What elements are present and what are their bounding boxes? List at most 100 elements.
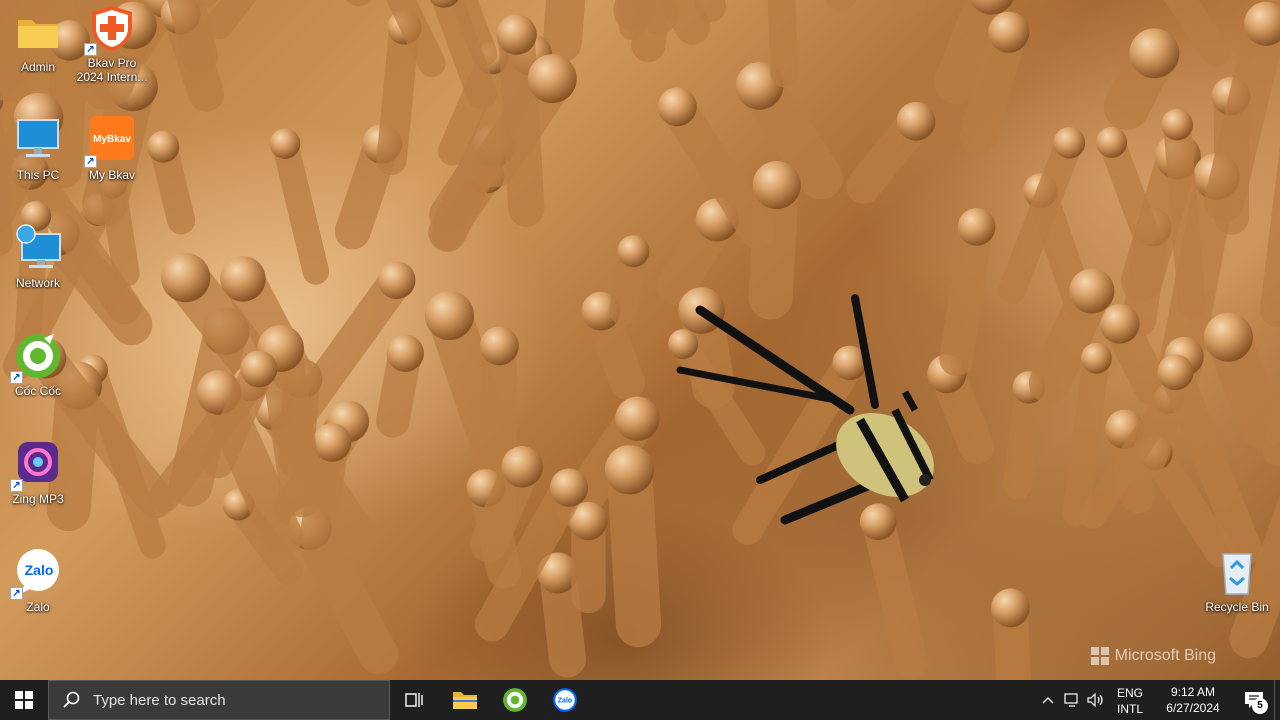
zalo-icon: Zalo [553,688,577,712]
desktop-icon-admin[interactable]: Admin [0,8,76,74]
zalo-taskbar-text: Zalo [558,698,573,705]
desktop-icon-coccoc[interactable]: ↗ Cốc Cốc [0,332,76,398]
tentacle-stem [542,0,586,63]
tentacle-stem [1062,344,1110,527]
tentacle-tip [896,101,936,141]
tentacle-tip [657,87,697,127]
microsoft-bing-watermark: Microsoft Bing [1090,647,1216,665]
task-view-icon [405,693,423,707]
desktop-icon-bkav-pro[interactable]: ↗ Bkav Pro 2024 Intern... [74,4,150,84]
tentacle-stem [1203,3,1280,223]
tentacle-tip [424,290,474,341]
this-pc-icon [14,116,62,164]
tentacle-tip [269,128,301,159]
bkav-pro-icon: ↗ [84,4,136,56]
clock-time: 9:12 AM [1170,685,1216,699]
zalo-icon-text: Zalo [25,562,54,578]
tentacle-tip [604,445,655,495]
taskbar-zalo[interactable]: Zalo [540,680,590,720]
zalo-icon: Zalo ↗ [10,548,62,600]
shortcut-arrow-icon: ↗ [10,371,23,384]
tentacle-tip [957,208,996,246]
search-icon [63,691,80,708]
taskbar-file-explorer[interactable] [440,680,490,720]
bing-logo-icon [1090,647,1109,665]
desktop-icon-recycle-bin[interactable]: Recycle Bin [1199,548,1275,614]
tentacle-stem [767,0,799,88]
bing-watermark-text: Microsoft Bing [1114,647,1216,664]
tentacle-tip [479,326,519,366]
tentacle-tip [240,350,278,388]
show-desktop-button[interactable] [1274,680,1280,720]
desktop-icon-label: Recycle Bin [1205,600,1269,614]
my-bkav-icon: MyBkav ↗ [84,116,136,168]
desktop-icon-this-pc[interactable]: This PC [0,116,76,182]
start-button[interactable] [0,680,48,720]
desktop-icon-my-bkav[interactable]: MyBkav ↗ My Bkav [74,116,150,182]
tentacle-tip [1053,126,1086,159]
coccoc-icon [503,688,527,712]
desktop-wallpaper [0,0,1280,680]
shortcut-arrow-icon: ↗ [10,587,23,600]
show-hidden-icons-button[interactable] [1036,680,1060,720]
desktop-icon-zalo[interactable]: Zalo ↗ Zalo [0,548,76,614]
shortcut-arrow-icon: ↗ [84,155,97,168]
tentacle-tip [496,14,537,55]
desktop-icon-label: Bkav Pro 2024 Intern... [76,56,148,84]
taskbar-clock[interactable]: 9:12 AM 6/27/2024 [1152,684,1234,716]
network-icon [14,224,62,272]
desktop-icon-label: Zing MP3 [12,492,64,506]
tentacle-tip [1161,108,1193,141]
recycle-bin-icon [1213,548,1261,596]
tentacle-tip [312,423,352,462]
notification-count-badge: 5 [1252,698,1268,714]
tentacle-tip [1099,303,1140,344]
tentacle-tip [501,446,543,488]
network-status-icon [1064,693,1078,707]
tentacle-tip [386,334,424,372]
tentacle-tip [1096,126,1128,158]
windows-logo-icon [15,691,33,709]
keyboard-layout: INTL [1116,702,1143,716]
zing-mp3-icon: ↗ [10,440,62,492]
desktop-icon-zing-mp3[interactable]: ↗ Zing MP3 [0,440,76,506]
tentacle-stem [376,12,420,176]
tentacle-stem [1163,110,1206,319]
tentacle-tip [1203,312,1253,362]
task-view-button[interactable] [390,680,440,720]
coccoc-icon: ↗ [10,332,62,384]
tentacle-tip [147,130,180,163]
tentacle-stem [271,130,330,285]
anemone-tentacles [0,0,1280,680]
tentacle-tip [617,235,650,268]
tentacle-tip [161,253,211,303]
search-input[interactable] [93,691,373,709]
tentacle-tip [377,261,416,300]
shortcut-arrow-icon: ↗ [10,479,23,492]
input-language-indicator[interactable]: ENG INTL [1108,683,1152,717]
tentacle-stem [861,505,928,680]
desktop-icon-label: Zalo [26,600,50,614]
system-tray: ENG INTL 9:12 AM 6/27/2024 5 [1036,680,1280,720]
network-status-button[interactable] [1060,680,1084,720]
shortcut-arrow-icon: ↗ [84,43,97,56]
desktop-icon-label: My Bkav [88,168,135,182]
tentacle-stem [939,210,994,376]
tentacle-tip [990,588,1030,628]
taskbar-search-box[interactable] [48,680,390,720]
tentacle-tip [527,54,577,104]
desktop-icon-network[interactable]: Network [0,224,76,290]
tentacle-tip [1129,28,1180,79]
tentacle-stem [204,0,257,40]
taskbar-coccoc[interactable] [490,680,540,720]
tentacle-tip [549,468,589,507]
volume-button[interactable] [1084,680,1108,720]
desktop-icon-label: Network [15,276,60,290]
tentacle-tip [752,160,801,210]
desktop-icon-label: Cốc Cốc [14,384,61,398]
language-code: ENG [1116,686,1143,700]
taskbar: Zalo ENG INTL 9:12 AM 6/27/2024 [0,680,1280,720]
action-center-button[interactable]: 5 [1234,680,1274,720]
tentacle-tip [1157,354,1194,391]
folder-icon [453,692,477,709]
